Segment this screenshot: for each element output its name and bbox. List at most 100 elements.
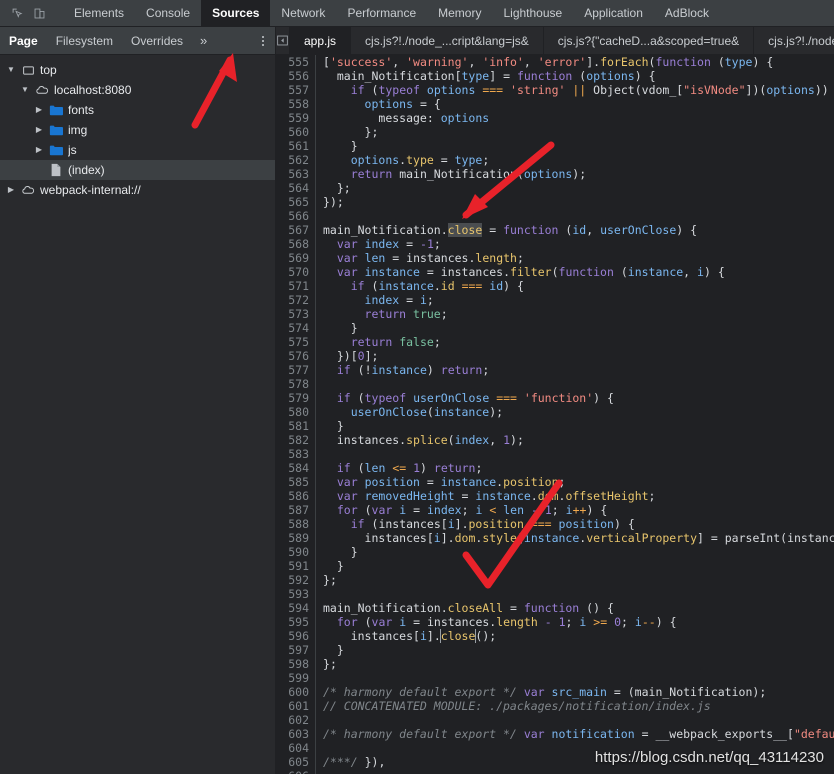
- line-number[interactable]: 579: [276, 391, 316, 405]
- code-text[interactable]: if (!instance) return;: [316, 363, 834, 377]
- line-number[interactable]: 557: [276, 83, 316, 97]
- code-text[interactable]: for (var i = instances.length - 1; i >= …: [316, 615, 834, 629]
- line-number[interactable]: 558: [276, 97, 316, 111]
- line-number[interactable]: 595: [276, 615, 316, 629]
- tree-item-localhost-8080[interactable]: localhost:8080: [0, 80, 275, 100]
- code-text[interactable]: if (typeof userOnClose === 'function') {: [316, 391, 834, 405]
- code-text[interactable]: }: [316, 321, 834, 335]
- line-number[interactable]: 572: [276, 293, 316, 307]
- source-tab-1[interactable]: cjs.js?!./node_...cript&lang=js&: [351, 27, 544, 54]
- tree-item-index[interactable]: (index): [0, 160, 275, 180]
- line-number[interactable]: 573: [276, 307, 316, 321]
- line-number[interactable]: 560: [276, 125, 316, 139]
- line-number[interactable]: 566: [276, 209, 316, 223]
- code-text[interactable]: if (instances[i].position === position) …: [316, 517, 834, 531]
- line-number[interactable]: 588: [276, 517, 316, 531]
- source-tab-2[interactable]: cjs.js?{"cacheD...a&scoped=true&: [544, 27, 754, 54]
- code-text[interactable]: /* harmony default export */ var notific…: [316, 727, 834, 741]
- code-text[interactable]: };: [316, 657, 834, 671]
- panel-tab-sources[interactable]: Sources: [201, 0, 270, 26]
- line-number[interactable]: 567: [276, 223, 316, 237]
- line-number[interactable]: 577: [276, 363, 316, 377]
- line-number[interactable]: 602: [276, 713, 316, 727]
- code-text[interactable]: };: [316, 573, 834, 587]
- code-editor[interactable]: 555['success', 'warning', 'info', 'error…: [276, 55, 834, 774]
- code-text[interactable]: })[0];: [316, 349, 834, 363]
- line-number[interactable]: 598: [276, 657, 316, 671]
- code-text[interactable]: }: [316, 419, 834, 433]
- chevron-right-icon[interactable]: [34, 106, 44, 114]
- chevron-down-icon[interactable]: [6, 66, 16, 74]
- tree-item-fonts[interactable]: fonts: [0, 100, 275, 120]
- code-text[interactable]: var len = instances.length;: [316, 251, 834, 265]
- code-text[interactable]: instances.splice(index, 1);: [316, 433, 834, 447]
- code-text[interactable]: main_Notification[type] = function (opti…: [316, 69, 834, 83]
- chevron-right-icon[interactable]: [34, 146, 44, 154]
- line-number[interactable]: 600: [276, 685, 316, 699]
- inspect-element-icon[interactable]: [6, 2, 28, 24]
- code-text[interactable]: var index = -1;: [316, 237, 834, 251]
- code-text[interactable]: ['success', 'warning', 'info', 'error'].…: [316, 55, 834, 69]
- tab-list-dropdown-icon[interactable]: [276, 27, 290, 54]
- line-number[interactable]: 576: [276, 349, 316, 363]
- source-tab-0[interactable]: app.js: [290, 27, 351, 54]
- tree-item-webpack-internal[interactable]: webpack-internal://: [0, 180, 275, 200]
- line-number[interactable]: 592: [276, 573, 316, 587]
- panel-tab-console[interactable]: Console: [135, 0, 201, 26]
- line-number[interactable]: 580: [276, 405, 316, 419]
- line-number[interactable]: 594: [276, 601, 316, 615]
- line-number[interactable]: 591: [276, 559, 316, 573]
- line-number[interactable]: 590: [276, 545, 316, 559]
- navigator-options-kebab-icon[interactable]: [251, 27, 275, 54]
- line-number[interactable]: 564: [276, 181, 316, 195]
- code-text[interactable]: var removedHeight = instance.dom.offsetH…: [316, 489, 834, 503]
- code-text[interactable]: }: [316, 559, 834, 573]
- source-tab-3[interactable]: cjs.js?!./node_: [754, 27, 834, 54]
- line-number[interactable]: 578: [276, 377, 316, 391]
- line-number[interactable]: 593: [276, 587, 316, 601]
- code-text[interactable]: message: options: [316, 111, 834, 125]
- panel-tab-adblock[interactable]: AdBlock: [654, 0, 720, 26]
- code-text[interactable]: };: [316, 181, 834, 195]
- code-text[interactable]: }: [316, 139, 834, 153]
- line-number[interactable]: 581: [276, 419, 316, 433]
- code-text[interactable]: };: [316, 125, 834, 139]
- device-toolbar-icon[interactable]: [28, 2, 50, 24]
- code-text[interactable]: options = {: [316, 97, 834, 111]
- line-number[interactable]: 555: [276, 55, 316, 69]
- line-number[interactable]: 583: [276, 447, 316, 461]
- line-number[interactable]: 589: [276, 531, 316, 545]
- line-number[interactable]: 599: [276, 671, 316, 685]
- code-text[interactable]: instances[i].close();: [316, 629, 834, 643]
- line-number[interactable]: 559: [276, 111, 316, 125]
- line-number[interactable]: 571: [276, 279, 316, 293]
- code-text[interactable]: // CONCATENATED MODULE: ./packages/notif…: [316, 699, 834, 713]
- line-number[interactable]: 568: [276, 237, 316, 251]
- navigator-tab-filesystem[interactable]: Filesystem: [47, 27, 122, 54]
- line-number[interactable]: 603: [276, 727, 316, 741]
- navigator-tab-page[interactable]: Page: [0, 27, 47, 54]
- line-number[interactable]: 563: [276, 167, 316, 181]
- code-text[interactable]: if (instance.id === id) {: [316, 279, 834, 293]
- line-number[interactable]: 587: [276, 503, 316, 517]
- code-text[interactable]: main_Notification.closeAll = function ()…: [316, 601, 834, 615]
- tree-item-js[interactable]: js: [0, 140, 275, 160]
- code-text[interactable]: options.type = type;: [316, 153, 834, 167]
- line-number[interactable]: 586: [276, 489, 316, 503]
- code-text[interactable]: if (typeof options === 'string' || Objec…: [316, 83, 834, 97]
- navigator-more-tabs-button[interactable]: »: [192, 27, 215, 54]
- code-text[interactable]: return main_Notification(options);: [316, 167, 834, 181]
- line-number[interactable]: 574: [276, 321, 316, 335]
- code-text[interactable]: userOnClose(instance);: [316, 405, 834, 419]
- code-text[interactable]: for (var i = index; i < len - 1; i++) {: [316, 503, 834, 517]
- panel-tab-lighthouse[interactable]: Lighthouse: [492, 0, 573, 26]
- code-text[interactable]: }: [316, 545, 834, 559]
- line-number[interactable]: 605: [276, 755, 316, 769]
- line-number[interactable]: 597: [276, 643, 316, 657]
- chevron-down-icon[interactable]: [20, 86, 30, 94]
- chevron-right-icon[interactable]: [34, 126, 44, 134]
- line-number[interactable]: 569: [276, 251, 316, 265]
- line-number[interactable]: 596: [276, 629, 316, 643]
- code-text[interactable]: var position = instance.position;: [316, 475, 834, 489]
- line-number[interactable]: 606: [276, 769, 316, 774]
